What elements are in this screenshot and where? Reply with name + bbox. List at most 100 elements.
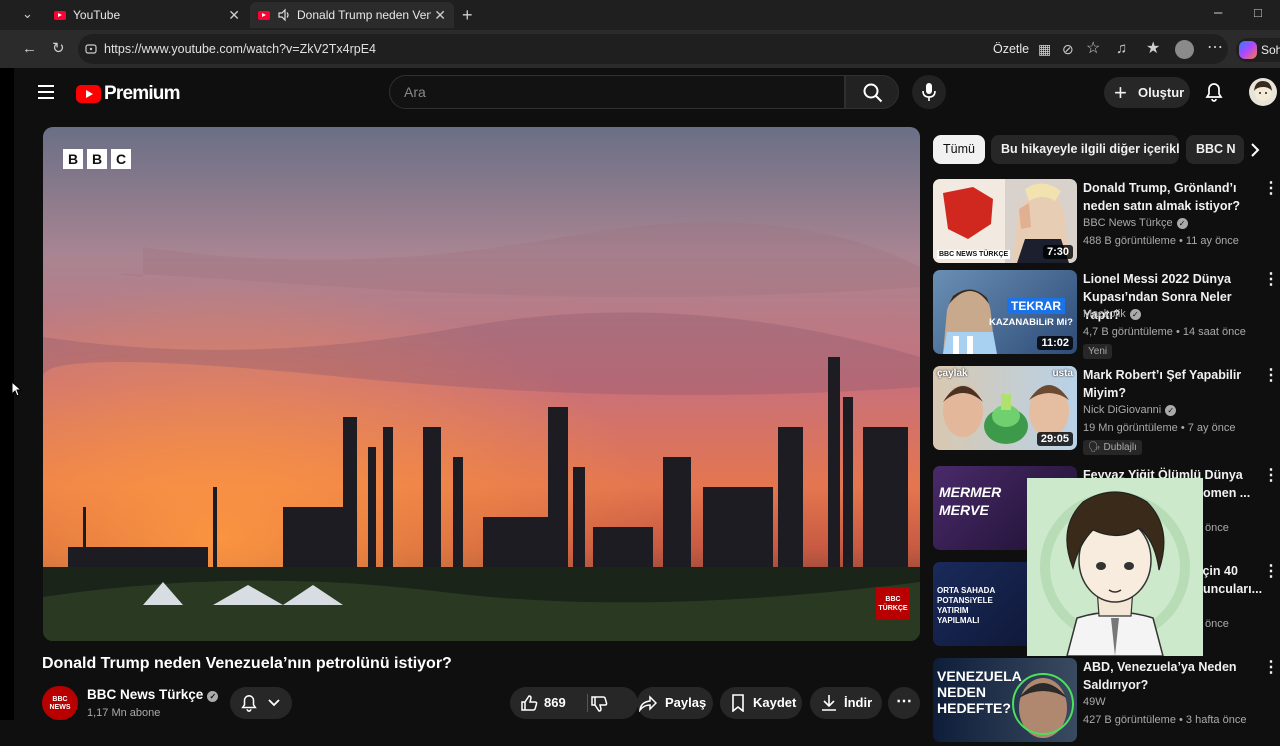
recommendation-meta: önce [1205, 522, 1229, 534]
duration: 7:30 [1042, 245, 1073, 259]
channel-name-text: BBC News Türkçe [87, 687, 204, 702]
more-vertical-icon[interactable]: ⋮ [1263, 468, 1279, 484]
logo-text: Premium [104, 83, 181, 104]
tab-list-chevron-icon[interactable]: ⌄ [22, 7, 33, 20]
video-thumbnail[interactable]: VENEZUELA NEDEN HEDEFTE? [933, 658, 1077, 742]
kazanabilir-thumb-text: KAZANABiLiR Mi? [989, 317, 1073, 328]
search-input[interactable]: Ara [389, 75, 845, 109]
back-icon[interactable]: ← [22, 41, 37, 56]
recommendation-meta: 427 B görüntüleme • 3 hafta önce [1083, 714, 1247, 726]
more-menu-icon[interactable]: ⋯ [1207, 40, 1223, 56]
close-tab-icon[interactable]: ✕ [228, 7, 240, 24]
recommendation-channel[interactable]: Mackolik ✓ [1083, 308, 1141, 320]
subscriber-count: 1,17 Mn abone [87, 707, 161, 719]
youtube-premium-logo[interactable]: Premium [76, 83, 181, 105]
like-button[interactable]: 869 [510, 687, 590, 719]
duration: 11:02 [1037, 336, 1073, 350]
orta-sahada-thumb-text: ORTA SAHADA POTANSiYELE YATIRIM YAPILMAL… [937, 586, 995, 625]
youtube-favicon-icon [54, 10, 66, 20]
mouse-cursor-icon [11, 381, 21, 397]
recommendation-title[interactable]: Mark Robert’ı Şef Yapabilir Miyim? [1083, 366, 1259, 402]
more-horizontal-icon: ⋯ [896, 693, 912, 710]
chip-related-story[interactable]: Bu hikayeyle ilgili diğer içerikler [991, 135, 1179, 164]
notifications-bell-icon[interactable] [1204, 82, 1224, 102]
chip-all[interactable]: Tümü [933, 135, 985, 164]
bbc-letter: B [87, 149, 107, 169]
recommendation-channel[interactable]: 49W [1083, 696, 1106, 708]
recommendation-item[interactable]: çaylak usta 29:05 Mark Robert’ı Şef Yapa… [933, 366, 1279, 455]
recommendation-item[interactable]: VENEZUELA NEDEN HEDEFTE? ABD, Venezuela’… [933, 658, 1279, 746]
create-button[interactable]: + Oluştur [1104, 77, 1190, 108]
search-button[interactable] [845, 75, 899, 109]
account-avatar[interactable] [1249, 78, 1277, 106]
more-vertical-icon[interactable]: ⋮ [1263, 564, 1279, 580]
extensions-icon[interactable]: ♫ [1116, 41, 1127, 56]
recommendation-meta: önce [1205, 618, 1229, 630]
favorites-icon[interactable]: ★ [1146, 41, 1160, 57]
tab-youtube[interactable]: YouTube ✕ [46, 2, 248, 28]
copilot-button[interactable]: Soh [1236, 38, 1280, 62]
save-button[interactable]: Kaydet [720, 687, 802, 719]
merve-thumb-text: MERVE [939, 502, 989, 518]
verified-icon: ✓ [207, 691, 219, 702]
more-vertical-icon[interactable]: ⋮ [1263, 272, 1279, 288]
summarize-button[interactable]: Özetle [993, 42, 1029, 56]
apps-icon[interactable]: ▦ [1038, 42, 1051, 56]
save-label: Kaydet [753, 695, 797, 710]
site-info-icon[interactable] [84, 42, 98, 56]
search-placeholder: Ara [404, 84, 426, 100]
tab-active-video[interactable]: Donald Trump neden Venezué ✕ [250, 2, 454, 28]
copilot-icon [1239, 41, 1257, 59]
video-thumbnail[interactable]: TEKRAR KAZANABiLiR Mi? 11:02 [933, 270, 1077, 354]
more-vertical-icon[interactable]: ⋮ [1263, 368, 1279, 384]
venezuela-thumb-text: VENEZUELA NEDEN HEDEFTE? [937, 668, 1022, 716]
bookmark-icon [732, 694, 744, 712]
dubbed-badge: 🗣 Dublajlı [1083, 440, 1142, 455]
recommendation-item[interactable]: BBC NEWS TÜRKÇE 7:30 Donald Trump, Grönl… [933, 179, 1279, 267]
reload-icon[interactable]: ↻ [52, 41, 65, 56]
profile-icon[interactable] [1175, 40, 1194, 59]
recommendation-meta: 488 B görüntüleme • 11 ay önce [1083, 235, 1239, 247]
more-vertical-icon[interactable]: ⋮ [1263, 181, 1279, 197]
recommendation-title-line2: omen ... [1203, 486, 1251, 500]
speaker-icon[interactable] [277, 8, 291, 22]
thumbs-down-icon[interactable] [590, 695, 608, 713]
recommendation-title[interactable]: Donald Trump, Grönland’ı neden satın alm… [1083, 179, 1259, 215]
subscription-bell-button[interactable] [230, 687, 292, 719]
cartoon-avatar-image [1027, 478, 1203, 656]
chip-bbc-news[interactable]: BBC N [1186, 135, 1244, 164]
minimize-icon[interactable]: – [1214, 5, 1222, 20]
bbc-news-thumb-text: BBC NEWS TÜRKÇE [937, 250, 1011, 259]
new-tab-icon[interactable]: + [462, 6, 473, 24]
voice-search-button[interactable] [912, 75, 946, 109]
url-text[interactable]: https://www.youtube.com/watch?v=ZkV2Tx4r… [104, 42, 376, 56]
maximize-icon[interactable]: □ [1254, 6, 1262, 19]
bbc-letter: C [111, 149, 131, 169]
video-title: Donald Trump neden Venezuela’nın petrolü… [42, 655, 452, 672]
channel-name[interactable]: BBC News Türkçe ✓ [87, 687, 219, 702]
more-actions-button[interactable]: ⋯ [888, 687, 920, 719]
verified-icon: ✓ [1165, 405, 1177, 416]
channel-avatar[interactable]: BBC NEWS [42, 686, 78, 720]
more-vertical-icon[interactable]: ⋮ [1263, 660, 1279, 676]
video-thumbnail[interactable]: çaylak usta 29:05 [933, 366, 1077, 450]
microphone-icon [922, 83, 936, 101]
recommendation-title[interactable]: için 40 [1199, 562, 1259, 580]
recommendation-channel[interactable]: Nick DiGiovanni ✓ [1083, 404, 1177, 416]
share-icon [639, 695, 657, 712]
tracking-prevention-icon[interactable]: ⊘ [1062, 42, 1074, 56]
recommendation-item[interactable]: TEKRAR KAZANABiLiR Mi? 11:02 Lionel Mess… [933, 270, 1279, 359]
share-button[interactable]: Paylaş [637, 687, 713, 719]
download-button[interactable]: İndir [810, 687, 882, 719]
chevron-right-icon[interactable] [1249, 143, 1261, 157]
recommendation-channel[interactable]: BBC News Türkçe ✓ [1083, 217, 1188, 229]
video-player[interactable] [43, 127, 920, 641]
video-thumbnail[interactable]: BBC NEWS TÜRKÇE 7:30 [933, 179, 1077, 263]
channel-text: BBC News Türkçe [1083, 217, 1173, 229]
close-tab-icon[interactable]: ✕ [434, 7, 446, 24]
hamburger-menu-icon[interactable] [37, 84, 55, 100]
dubbed-icon: 🗣 [1088, 442, 1104, 453]
recommendation-title[interactable]: ABD, Venezuela’ya Neden Saldırıyor? [1083, 658, 1259, 694]
dubbed-label: Dublajlı [1103, 442, 1137, 453]
favorite-star-icon[interactable]: ☆ [1086, 41, 1100, 57]
